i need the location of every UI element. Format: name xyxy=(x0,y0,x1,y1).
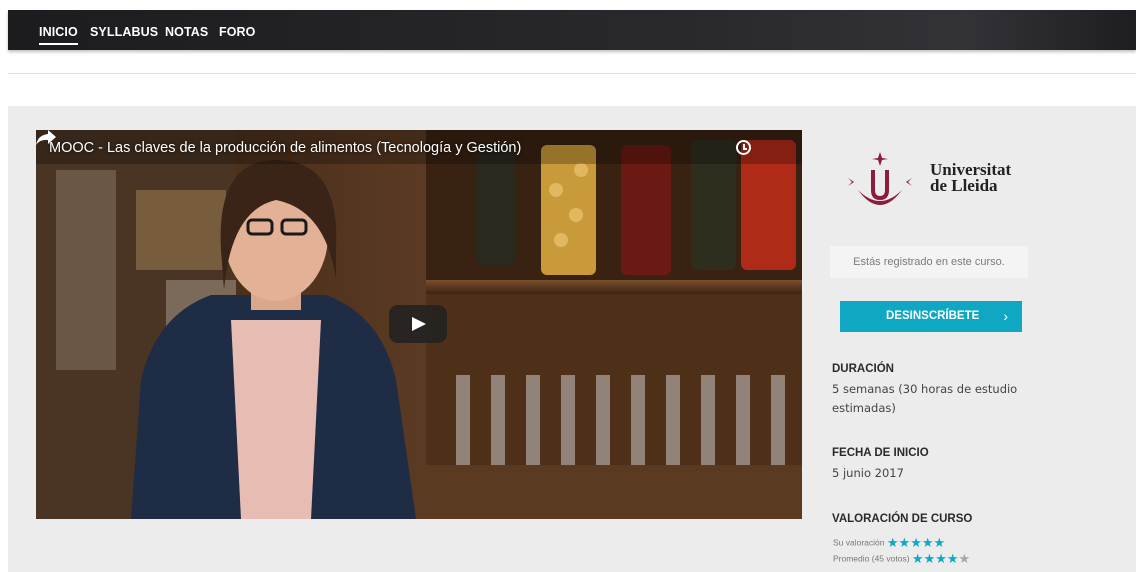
divider xyxy=(8,73,1136,74)
star-icon[interactable]: ★ xyxy=(910,535,922,550)
duration-heading: DURACIÓN xyxy=(832,363,894,375)
play-icon[interactable] xyxy=(389,305,447,343)
star-empty-icon: ★ xyxy=(958,551,971,566)
video-player[interactable]: MOOC - Las claves de la producción de al… xyxy=(36,130,802,519)
share-arrow-icon[interactable] xyxy=(36,130,56,146)
star-icon: ★ xyxy=(923,551,936,566)
user-rating: Su valoración ★★★★★ xyxy=(833,535,946,550)
start-date-heading: FECHA DE INICIO xyxy=(832,447,929,459)
star-icon[interactable]: ★ xyxy=(922,535,934,550)
star-icon[interactable]: ★ xyxy=(934,535,946,550)
average-rating-label: Promedio (45 votos) xyxy=(833,553,910,564)
university-name: Universitat de Lleida xyxy=(930,161,1011,195)
star-icon[interactable]: ★ xyxy=(899,535,911,550)
start-date-value: 5 junio 2017 xyxy=(832,466,904,480)
video-title[interactable]: MOOC - Las claves de la producción de al… xyxy=(49,140,521,156)
nav-tab-syllabus[interactable]: SYLLABUS xyxy=(90,25,158,39)
unsubscribe-label: DESINSCRÍBETE xyxy=(886,310,980,322)
nav-tab-inicio[interactable]: INICIO xyxy=(39,25,78,45)
udl-emblem-icon xyxy=(848,152,912,205)
course-sidebar: Universitat de Lleida Estás registrado e… xyxy=(830,106,1130,572)
logo-line-2: de Lleida xyxy=(930,176,998,195)
user-rating-stars[interactable]: ★★★★★ xyxy=(887,535,946,550)
registration-status: Estás registrado en este curso. xyxy=(830,246,1028,278)
course-panel: MOOC - Las claves de la producción de al… xyxy=(8,106,1136,572)
chevron-right-icon: › xyxy=(1003,308,1008,324)
nav-tab-notas[interactable]: NOTAS xyxy=(165,25,208,39)
average-rating-stars: ★★★★★ xyxy=(911,551,971,566)
star-icon: ★ xyxy=(911,551,924,566)
university-logo: Universitat de Lleida xyxy=(844,150,1044,210)
star-icon: ★ xyxy=(946,551,959,566)
average-rating: Promedio (45 votos) ★★★★★ xyxy=(833,551,971,566)
user-rating-label: Su valoración xyxy=(833,537,885,548)
star-icon[interactable]: ★ xyxy=(887,535,899,550)
unsubscribe-button[interactable]: DESINSCRÍBETE › xyxy=(840,301,1022,332)
star-icon: ★ xyxy=(935,551,947,566)
duration-value: 5 semanas (30 horas de estudio estimadas… xyxy=(832,382,1018,415)
rating-heading: VALORACIÓN DE CURSO xyxy=(832,513,973,525)
nav-tab-foro[interactable]: FORO xyxy=(219,25,256,39)
watch-later-clock-icon[interactable] xyxy=(736,140,751,155)
top-navbar: INICIO SYLLABUS NOTAS FORO xyxy=(8,10,1136,50)
